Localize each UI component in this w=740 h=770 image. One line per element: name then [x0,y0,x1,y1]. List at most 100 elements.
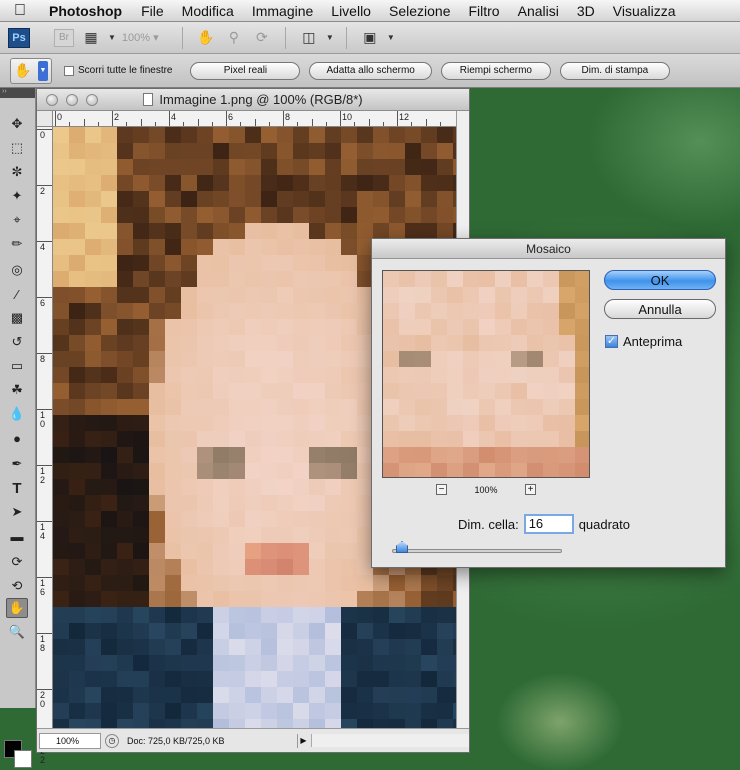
mosaic-cell [181,543,197,559]
ok-button[interactable]: OK [604,270,716,290]
mosaic-cell [53,655,69,671]
mosaic-cell [197,143,213,159]
mosaic-cell [101,399,117,415]
menu-selezione[interactable]: Selezione [380,3,460,19]
mosaic-cell [245,159,261,175]
slider-thumb[interactable] [396,541,408,553]
screen-mode-icon[interactable]: ▣ [359,28,381,48]
mosaic-cell [149,671,165,687]
magic-wand-tool-icon[interactable]: ✦ [6,186,28,206]
document-title-bar[interactable]: Immagine 1.png @ 100% (RGB/8*) [37,89,469,111]
type-tool-icon[interactable]: T [6,478,28,498]
fit-screen-button[interactable]: Adatta allo schermo [309,61,432,80]
zoom-field[interactable]: 100% [39,732,101,749]
minimize-window-icon[interactable] [66,94,78,106]
background-color[interactable] [14,750,32,768]
mosaic-cell [277,463,293,479]
menu-livello[interactable]: Livello [322,3,380,19]
zoom-in-button[interactable]: + [525,484,536,495]
checkbox-box[interactable] [64,65,74,76]
preview-cell [575,287,589,303]
mosaic-cell [133,143,149,159]
pen-tool-icon[interactable]: ✒ [6,454,28,474]
apple-icon[interactable]:  [0,2,40,20]
status-menu-arrow-icon[interactable]: ▶ [297,733,309,748]
vertical-ruler[interactable]: 024681 01 21 41 61 82 02 2 [37,127,53,765]
dialog-title[interactable]: Mosaico [372,239,725,259]
mosaic-cell [213,415,229,431]
shape-tool-icon[interactable]: ▬ [6,526,28,546]
menu-immagine[interactable]: Immagine [243,3,322,19]
mosaic-cell [341,255,357,271]
rotate-view-icon[interactable]: ⟳ [251,28,273,48]
toolbox-grip[interactable]: ›› [0,88,35,98]
mosaic-cell [149,239,165,255]
zoom-out-button[interactable]: − [436,484,447,495]
menu-app-name[interactable]: Photoshop [40,3,132,19]
menu-analisi[interactable]: Analisi [509,3,568,19]
3d-rotate-tool-icon[interactable]: ⟳ [6,552,28,572]
chevron-down-icon[interactable]: ▼ [108,33,116,42]
crop-tool-icon[interactable]: ⌖ [6,210,28,230]
preview-cell [511,399,527,415]
mosaic-cell [101,223,117,239]
eraser-tool-icon[interactable]: ▭ [6,356,28,376]
menu-visualizza[interactable]: Visualizza [604,3,685,19]
mosaic-cell [309,399,325,415]
preview-checkbox[interactable]: ✓ Anteprima [605,334,682,349]
path-selection-tool-icon[interactable]: ➤ [6,502,28,522]
zoom-window-icon[interactable] [86,94,98,106]
print-size-button[interactable]: Dim. di stampa [559,61,670,80]
tool-preset-picker[interactable]: ✋ ▼ [10,57,52,84]
bridge-button[interactable]: Br [54,28,74,47]
status-info-icon[interactable]: ◷ [105,733,119,748]
eyedropper-tool-icon[interactable]: ✏ [6,234,28,254]
history-brush-tool-icon[interactable]: ↺ [6,332,28,352]
hand-tool-icon[interactable]: ✋ [6,598,28,618]
menu-filtro[interactable]: Filtro [459,3,508,19]
zoom-icon[interactable]: ⚲ [223,28,245,48]
3d-orbit-tool-icon[interactable]: ⟲ [6,576,28,596]
mosaic-cell [437,575,453,591]
mosaic-cell [277,671,293,687]
horizontal-scrollbar[interactable] [311,734,469,747]
film-strip-icon[interactable]: ▦ [80,28,102,48]
mosaic-cell [101,367,117,383]
marquee-tool-icon[interactable]: ⬚ [6,138,28,158]
color-swatches[interactable] [4,740,34,770]
cell-size-slider[interactable] [392,549,562,553]
preview-cell [399,367,415,383]
cell-size-input[interactable]: 16 [523,514,574,534]
cancel-button[interactable]: Annulla [604,299,716,319]
zoom-tool-icon[interactable]: 🔍 [6,622,28,642]
menu-3d[interactable]: 3D [568,3,604,19]
fill-screen-button[interactable]: Riempi schermo [440,61,551,80]
menu-file[interactable]: File [132,3,173,19]
clone-stamp-tool-icon[interactable]: ▩ [6,308,28,328]
brush-tool-icon[interactable]: ∕ [6,284,28,304]
scroll-all-windows-checkbox[interactable]: Scorri tutte le finestre [64,65,172,76]
blur-tool-icon[interactable]: 💧 [6,404,28,424]
filter-preview[interactable] [382,270,590,478]
close-window-icon[interactable] [46,94,58,106]
dodge-tool-icon[interactable]: ● [6,428,28,448]
zoom-level-dropdown[interactable]: 100% ▾ [122,31,170,44]
chevron-down-icon[interactable]: ▼ [387,33,395,42]
mosaic-cell [69,239,85,255]
horizontal-ruler[interactable]: 0 2 4 6 8 10 12 [53,111,456,127]
hand-icon[interactable]: ✋ [195,28,217,48]
actual-pixels-button[interactable]: Pixel reali [190,61,301,80]
arrange-documents-icon[interactable]: ◫ [298,28,320,48]
mosaic-cell [149,543,165,559]
chevron-down-icon[interactable]: ▼ [326,33,334,42]
ruler-origin[interactable] [37,111,53,127]
mosaic-cell [229,351,245,367]
menu-modifica[interactable]: Modifica [173,3,243,19]
mosaic-cell [117,127,133,143]
checkmark-icon[interactable]: ✓ [605,335,618,348]
lasso-tool-icon[interactable]: ✼ [6,162,28,182]
mosaic-cell [165,575,181,591]
move-tool-icon[interactable]: ✥ [6,114,28,134]
paint-bucket-tool-icon[interactable]: ☘ [6,380,28,400]
healing-brush-tool-icon[interactable]: ◎ [6,260,28,280]
